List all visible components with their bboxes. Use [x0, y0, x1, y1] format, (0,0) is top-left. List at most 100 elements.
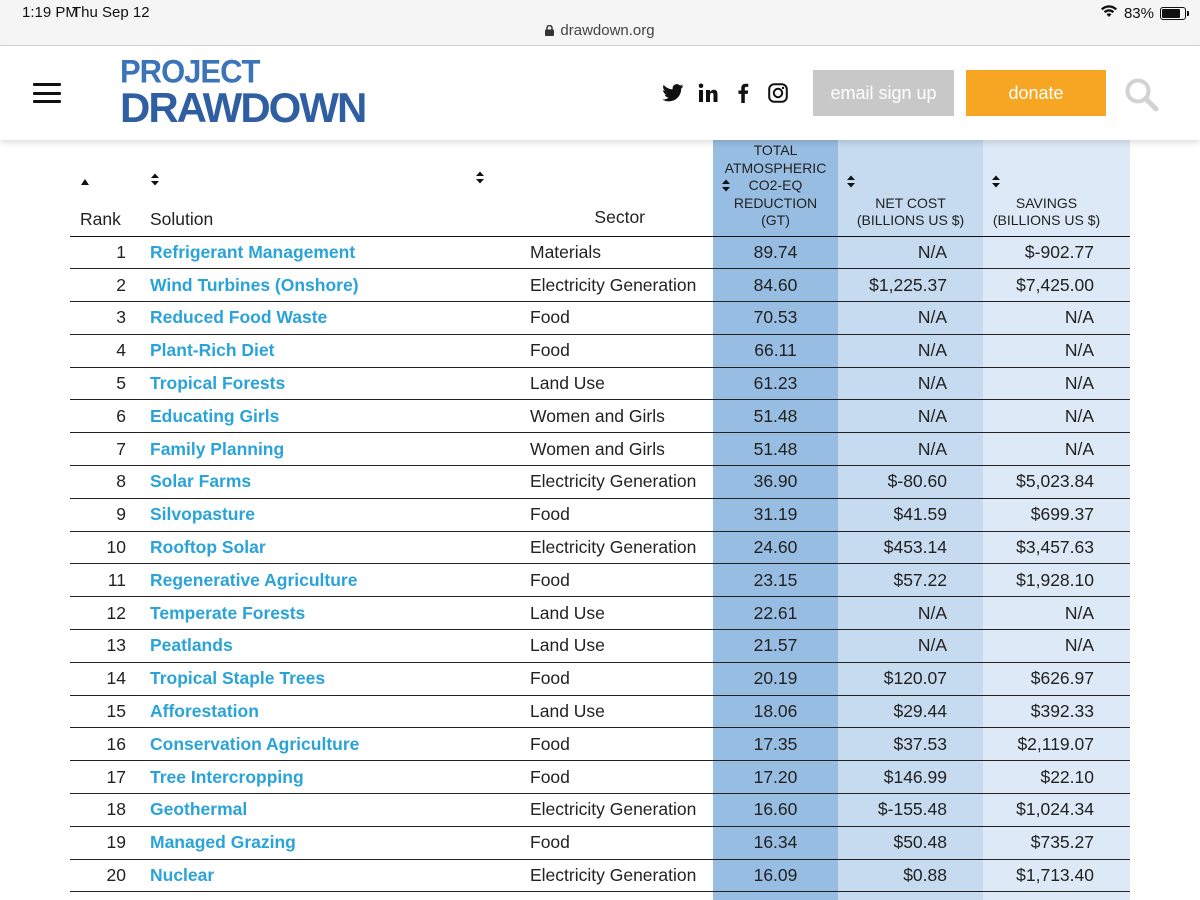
solution-link[interactable]: Managed Grazing	[150, 832, 296, 852]
table-row: 6 Educating Girls Women and Girls 51.48 N/A N…	[70, 399, 1130, 434]
table-header-row: Rank Solution Sector TOTAL ATMOSPHERIC C…	[70, 140, 1130, 237]
solution-link[interactable]: Wind Turbines (Onshore)	[150, 275, 359, 295]
site-header: PROJECT DRAWDOWN email sign up donate	[0, 46, 1200, 140]
sort-icon[interactable]	[991, 175, 1130, 193]
sort-icon[interactable]	[846, 175, 983, 193]
solution-cell: Silvopasture	[140, 498, 518, 532]
total-reduction-cell: 36.90	[713, 465, 838, 499]
solution-cell: Plant-Rich Diet	[140, 334, 518, 368]
solution-link[interactable]: Rooftop Solar	[150, 537, 266, 557]
savings-cell: N/A	[983, 432, 1130, 467]
rank-cell: 6	[70, 399, 140, 434]
net-cost-cell: N/A	[838, 432, 983, 467]
sector-header[interactable]: Sector	[476, 140, 713, 237]
net-cost-cell: $120.07	[838, 662, 983, 696]
total-reduction-cell: 51.48	[713, 432, 838, 467]
sort-icon[interactable]	[150, 173, 518, 191]
solution-link[interactable]: Reduced Food Waste	[150, 307, 327, 327]
status-indicators: 83%	[1100, 4, 1189, 22]
savings-cell: N/A	[983, 629, 1130, 663]
total-reduction-cell: 17.20	[713, 760, 838, 795]
sector-cell: Food	[518, 662, 713, 696]
savings-header[interactable]: SAVINGS (BILLIONS US $)	[983, 140, 1130, 237]
logo-line-project: PROJECT	[120, 53, 260, 90]
rank-cell: 2	[70, 268, 140, 303]
logo[interactable]: PROJECT DRAWDOWN	[120, 53, 367, 131]
rank-cell: 3	[70, 301, 140, 335]
facebook-icon[interactable]	[731, 82, 755, 104]
rank-header-label: Rank	[80, 208, 121, 229]
solution-header[interactable]: Solution	[140, 140, 518, 237]
solution-link[interactable]: Educating Girls	[150, 406, 279, 426]
status-time: 1:19 PM	[22, 4, 78, 21]
table-row: 10 Rooftop Solar Electricity Generation 24.…	[70, 531, 1130, 565]
solution-link[interactable]: Nuclear	[150, 865, 214, 885]
linkedin-icon[interactable]	[696, 82, 720, 104]
menu-icon[interactable]	[33, 83, 61, 103]
total-reduction-cell: 31.19	[713, 498, 838, 532]
donate-button[interactable]: donate	[966, 70, 1106, 116]
rank-cell: 19	[70, 826, 140, 860]
total-reduction-cell: 66.11	[713, 334, 838, 368]
solution-link[interactable]: Silvopasture	[150, 504, 255, 524]
solution-link[interactable]: Peatlands	[150, 635, 233, 655]
sector-cell: Food	[518, 301, 713, 335]
sector-cell: Women and Girls	[518, 432, 713, 467]
total-reduction-cell: 17.35	[713, 727, 838, 762]
table-row: 12 Temperate Forests Land Use 22.61 N/A N/A	[70, 596, 1130, 631]
solution-link[interactable]: Family Planning	[150, 439, 284, 459]
sort-icon[interactable]	[475, 171, 713, 189]
total-reduction-cell: 89.74	[713, 236, 838, 270]
battery-percent: 83%	[1123, 4, 1154, 22]
solution-link[interactable]: Afforestation	[150, 701, 259, 721]
solution-link[interactable]: Conservation Agriculture	[150, 734, 359, 754]
address-bar[interactable]: drawdown.org	[0, 22, 1200, 39]
search-icon[interactable]	[1124, 77, 1160, 113]
table-row: 3 Reduced Food Waste Food 70.53 N/A N/A	[70, 301, 1130, 335]
email-signup-button[interactable]: email sign up	[813, 70, 954, 116]
solution-cell: Tree Intercropping	[140, 760, 518, 795]
solution-link[interactable]: Refrigerant Management	[150, 242, 355, 262]
total-reduction-cell: 23.15	[713, 563, 838, 598]
sector-cell: Land Use	[518, 367, 713, 401]
net-cost-cell: $0.88	[838, 859, 983, 893]
net-cost-header[interactable]: NET COST (BILLIONS US $)	[838, 140, 983, 237]
solution-link[interactable]: Geothermal	[150, 799, 247, 819]
net-cost-cell: N/A	[838, 367, 983, 401]
rank-header[interactable]: Rank	[70, 140, 140, 237]
solution-link[interactable]: Plant-Rich Diet	[150, 340, 274, 360]
solution-link[interactable]: Regenerative Agriculture	[150, 570, 357, 590]
status-date: Thu Sep 12	[72, 4, 150, 21]
rank-cell: 17	[70, 760, 140, 795]
instagram-icon[interactable]	[766, 82, 790, 104]
logo-line-drawdown: DRAWDOWN	[120, 84, 367, 131]
total-header-line5: (GT)	[761, 212, 790, 228]
solution-cell: Wind Turbines (Onshore)	[140, 268, 518, 303]
table-row: 2 Wind Turbines (Onshore) Electricity Gene…	[70, 268, 1130, 303]
net-cost-cell: $50.48	[838, 826, 983, 860]
solution-link[interactable]: Temperate Forests	[150, 603, 305, 623]
twitter-icon[interactable]	[661, 82, 685, 104]
solution-link[interactable]: Solar Farms	[150, 471, 251, 491]
solution-link[interactable]: Tropical Staple Trees	[150, 668, 325, 688]
sort-up-icon[interactable]	[80, 173, 140, 191]
solution-link[interactable]: Tropical Forests	[150, 373, 285, 393]
sector-cell: Electricity Generation	[518, 268, 713, 303]
sort-icon[interactable]	[721, 179, 731, 197]
savings-header-line2: (BILLIONS US $)	[992, 212, 1101, 228]
solution-link[interactable]: Tree Intercropping	[150, 767, 304, 787]
total-reduction-header[interactable]: TOTAL ATMOSPHERIC CO2-EQ REDUCTION (GT)	[713, 140, 838, 237]
savings-header-line1: SAVINGS	[1015, 194, 1078, 211]
savings-cell: N/A	[983, 399, 1130, 434]
solution-cell: Educating Girls	[140, 399, 518, 434]
net-cost-cell: $-155.48	[838, 793, 983, 827]
table-row: 1 Refrigerant Management Materials 89.74 N/A…	[70, 236, 1130, 270]
savings-cell: $2,119.07	[983, 727, 1130, 762]
rank-cell: 10	[70, 531, 140, 565]
sector-cell: Land Use	[518, 596, 713, 631]
solution-header-label: Solution	[150, 208, 214, 229]
sector-cell: Food	[518, 826, 713, 860]
total-header-line4: REDUCTION	[733, 194, 818, 211]
savings-cell: $1,024.34	[983, 793, 1130, 827]
savings-cell: $699.37	[983, 498, 1130, 532]
